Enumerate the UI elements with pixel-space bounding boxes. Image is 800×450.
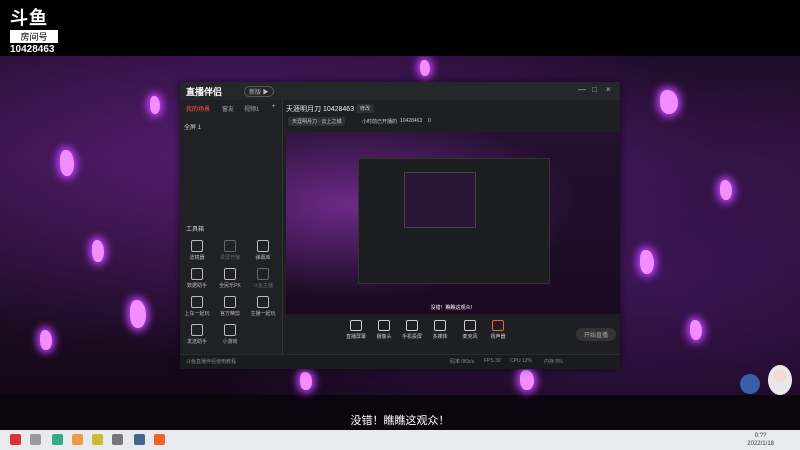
record-icon (224, 240, 236, 252)
speaker-icon (492, 320, 504, 331)
tool-play-together[interactable]: 上车一起玩 (182, 296, 212, 317)
tool-screen-record[interactable]: 录屏开播 (215, 240, 245, 261)
game-icon (224, 324, 236, 336)
phone-icon (406, 320, 418, 331)
app-icon-5[interactable] (134, 434, 145, 445)
microphone-icon (464, 320, 476, 331)
tool-filter[interactable]: 滤镜器 (182, 240, 212, 261)
version-badge[interactable]: 新版 ▶ (244, 86, 274, 97)
close-button[interactable]: × (606, 85, 611, 94)
send-icon (191, 324, 203, 336)
microphone-button[interactable]: 麦克风 (456, 320, 484, 340)
tool-danmaku[interactable]: 弹幕库 (248, 240, 278, 261)
camera-icon (378, 320, 390, 331)
screen-share-button[interactable]: 直播屏幕 (342, 320, 370, 340)
stream-duration: 小时前已开播的 (362, 119, 398, 125)
tab-video[interactable]: 视频1 (244, 104, 259, 113)
tools-title: 工具箱 (186, 227, 205, 233)
app-icon-6[interactable] (154, 434, 165, 445)
tab-my-scenes[interactable]: 我的场景 (186, 104, 210, 113)
subtitle-caption: 没错！瞧瞧这观众！ (350, 415, 450, 427)
monitor-icon (350, 320, 362, 331)
bitrate-stat: 码率 0Kb/s (450, 359, 475, 365)
danmaku-icon (257, 240, 269, 252)
gamepad-icon (191, 296, 203, 308)
scene-sidebar: 我的场景 窗友 视频1 + 全屏 1 工具箱 滤镜器 录屏开播 弹幕库 数据助手… (180, 100, 283, 354)
taskbar-clock[interactable]: 0:?? 2022/1/18 (747, 432, 774, 448)
app-icon-1[interactable] (52, 434, 63, 445)
add-scene-button[interactable]: + (272, 104, 276, 110)
tool-official-clip[interactable]: 官方精剪 (215, 296, 245, 317)
top-black-bar (0, 0, 800, 56)
memory-stat: 内存 5% (544, 359, 563, 365)
host-icon (257, 296, 269, 308)
preview-caption: 没错！瞧瞧这观众！ (430, 305, 476, 311)
start-stream-button[interactable]: 开始直播 (575, 328, 616, 341)
corner-character-sticker (738, 360, 798, 396)
app-title: 直播伴侣 (186, 87, 223, 97)
scissors-icon (224, 296, 236, 308)
tool-pk[interactable]: 全民乐PK (215, 268, 245, 289)
streaming-app-window: 直播伴侣 新版 ▶ — □ × 我的场景 窗友 视频1 + 全屏 1 工具箱 滤… (180, 82, 620, 369)
douyu-logo: 斗鱼 房间号 10428463 (10, 8, 58, 56)
fps-stat: FPS 30 (484, 358, 501, 364)
tool-host-together[interactable]: 主播一起玩 (248, 296, 278, 317)
tool-send-assistant[interactable]: 发送助手 (182, 324, 212, 345)
heat-count: 0 (428, 118, 431, 124)
media-button[interactable]: 多媒体 (426, 320, 454, 340)
cpu-stat: CPU 12% (510, 358, 532, 364)
minimize-button[interactable]: — (578, 85, 586, 94)
tool-data-assistant[interactable]: 数据助手 (182, 268, 212, 289)
scene-item-fullscreen[interactable]: 全屏 1 (184, 122, 201, 131)
search-icon[interactable] (30, 434, 41, 445)
camera-button[interactable]: 摄像头 (370, 320, 398, 340)
app-icon-3[interactable] (92, 434, 103, 445)
clock-date: 2022/1/18 (747, 441, 774, 447)
edit-button[interactable]: 修改 (356, 104, 375, 113)
room-title: 天涯明月刀 10428463 (286, 106, 355, 113)
phone-cast-button[interactable]: 手机投屏 (398, 320, 426, 340)
windows-taskbar: 0:?? 2022/1/18 (0, 430, 800, 450)
nested-preview (404, 172, 476, 228)
window-titlebar: 直播伴侣 新版 ▶ — □ × (180, 82, 620, 100)
streamer-icon (257, 268, 269, 280)
app-icon-4[interactable] (112, 434, 123, 445)
pk-icon (224, 268, 236, 280)
start-icon[interactable] (10, 434, 21, 445)
tutorial-link[interactable]: 斗鱼直播伴侣使用教程 (186, 358, 236, 365)
status-bar: 斗鱼直播伴侣使用教程 码率 0Kb/s FPS 30 CPU 12% 内存 5% (180, 354, 620, 369)
maximize-button[interactable]: □ (592, 85, 597, 94)
tool-mini-game[interactable]: 小游戏 (215, 324, 245, 345)
app-icon-2[interactable] (72, 434, 83, 445)
data-icon (191, 268, 203, 280)
room-number: 10428463 (10, 44, 55, 55)
stream-preview[interactable]: 没错！瞧瞧这观众！ (286, 132, 620, 314)
clock-time: 0:?? (754, 433, 767, 439)
category-chip[interactable]: 天涯明月刀 · 云上之城 (288, 117, 346, 126)
tool-streamer[interactable]: 斗鱼主播 (248, 268, 278, 289)
filter-icon (191, 240, 203, 252)
room-id: 10428463 (400, 118, 423, 124)
speaker-button[interactable]: 扬声器 (484, 320, 512, 340)
media-icon (434, 320, 446, 331)
brand-name: 斗鱼 (10, 8, 48, 28)
room-label: 房间号 (10, 30, 58, 43)
bottom-toolbar: 直播屏幕 摄像头 手机投屏 多媒体 麦克风 扬声器 开始直播 (286, 318, 620, 354)
tab-friends[interactable]: 窗友 (222, 104, 234, 113)
